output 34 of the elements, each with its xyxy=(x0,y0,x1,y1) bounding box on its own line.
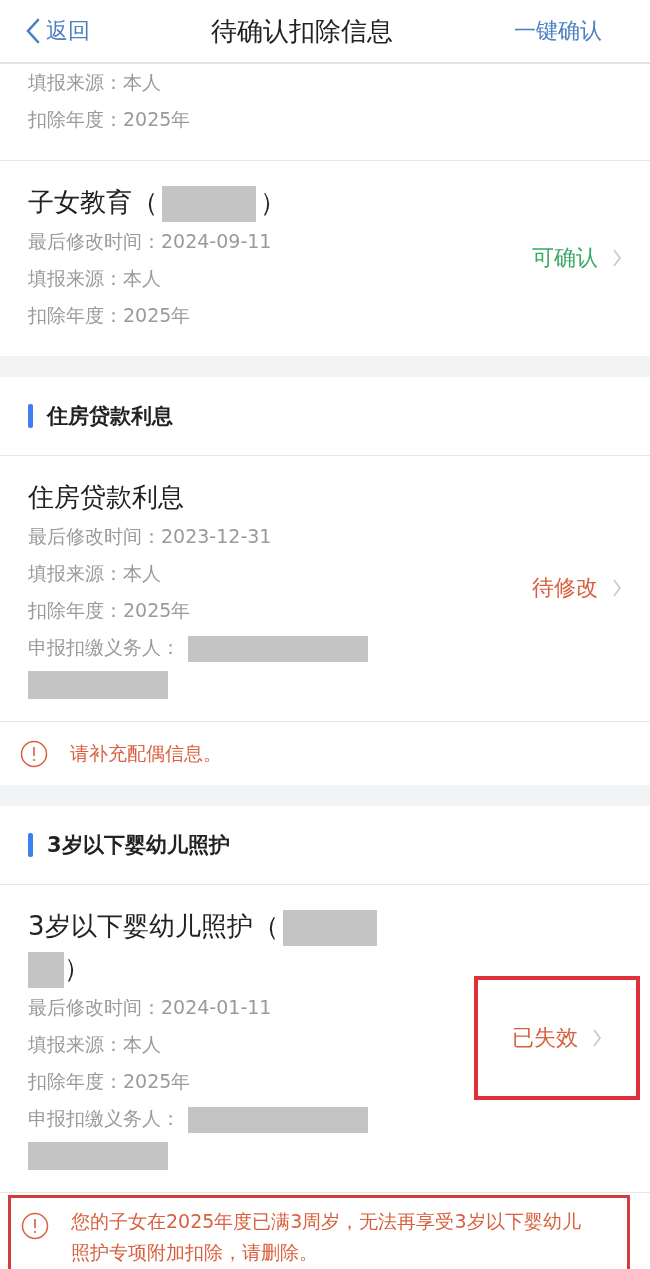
status-link[interactable]: 已失效 xyxy=(512,1022,602,1053)
field-text: 扣除年度：2025年 xyxy=(28,599,191,621)
field-text: 扣除年度：2025年 xyxy=(28,1070,191,1092)
status-link[interactable]: 待修改 xyxy=(532,572,622,603)
page-title: 待确认扣除信息 xyxy=(211,14,393,48)
field-text: 最后修改时间：2024-01-11 xyxy=(28,996,272,1018)
field-text: 最后修改时间：2023-12-31 xyxy=(28,525,272,547)
section-heading: 3岁以下婴幼儿照护 xyxy=(47,832,230,859)
chevron-right-icon xyxy=(612,247,622,268)
chevron-right-icon xyxy=(612,577,622,598)
chevron-right-icon xyxy=(592,1027,602,1048)
back-button[interactable]: 返回 xyxy=(26,16,90,46)
item-title: 3岁以下婴幼儿照护（ ） xyxy=(28,905,408,989)
item-title: 住房贷款利息 xyxy=(28,481,185,514)
confirm-all-button[interactable]: 一键确认 xyxy=(514,16,602,46)
field-text: 扣除年度：2025年 xyxy=(28,108,191,130)
field-text: 填报来源：本人 xyxy=(28,71,161,93)
field-label: 申报扣缴义务人： xyxy=(28,1107,180,1129)
field-text: 填报来源：本人 xyxy=(28,267,161,289)
redaction-block xyxy=(28,951,64,988)
section-marker xyxy=(28,404,33,428)
field-label: 申报扣缴义务人： xyxy=(28,636,180,658)
field-text: 填报来源：本人 xyxy=(28,1033,161,1055)
field-text: 最后修改时间：2024-09-11 xyxy=(28,230,272,252)
section-marker xyxy=(28,833,33,857)
field-text: 扣除年度：2025年 xyxy=(28,304,191,326)
section-heading: 住房贷款利息 xyxy=(47,403,173,430)
warning-icon xyxy=(21,1212,49,1240)
warning-message: 您的子女在2025年度已满3周岁，无法再享受3岁以下婴幼儿照护专项附加扣除，请删除。 xyxy=(71,1209,582,1265)
status-link[interactable]: 可确认 xyxy=(532,242,622,273)
warning-icon xyxy=(20,739,48,768)
warning-message: 请补充配偶信息。 xyxy=(70,741,222,766)
item-title: 子女教育（ ） xyxy=(28,181,408,223)
field-text: 填报来源：本人 xyxy=(28,562,161,584)
